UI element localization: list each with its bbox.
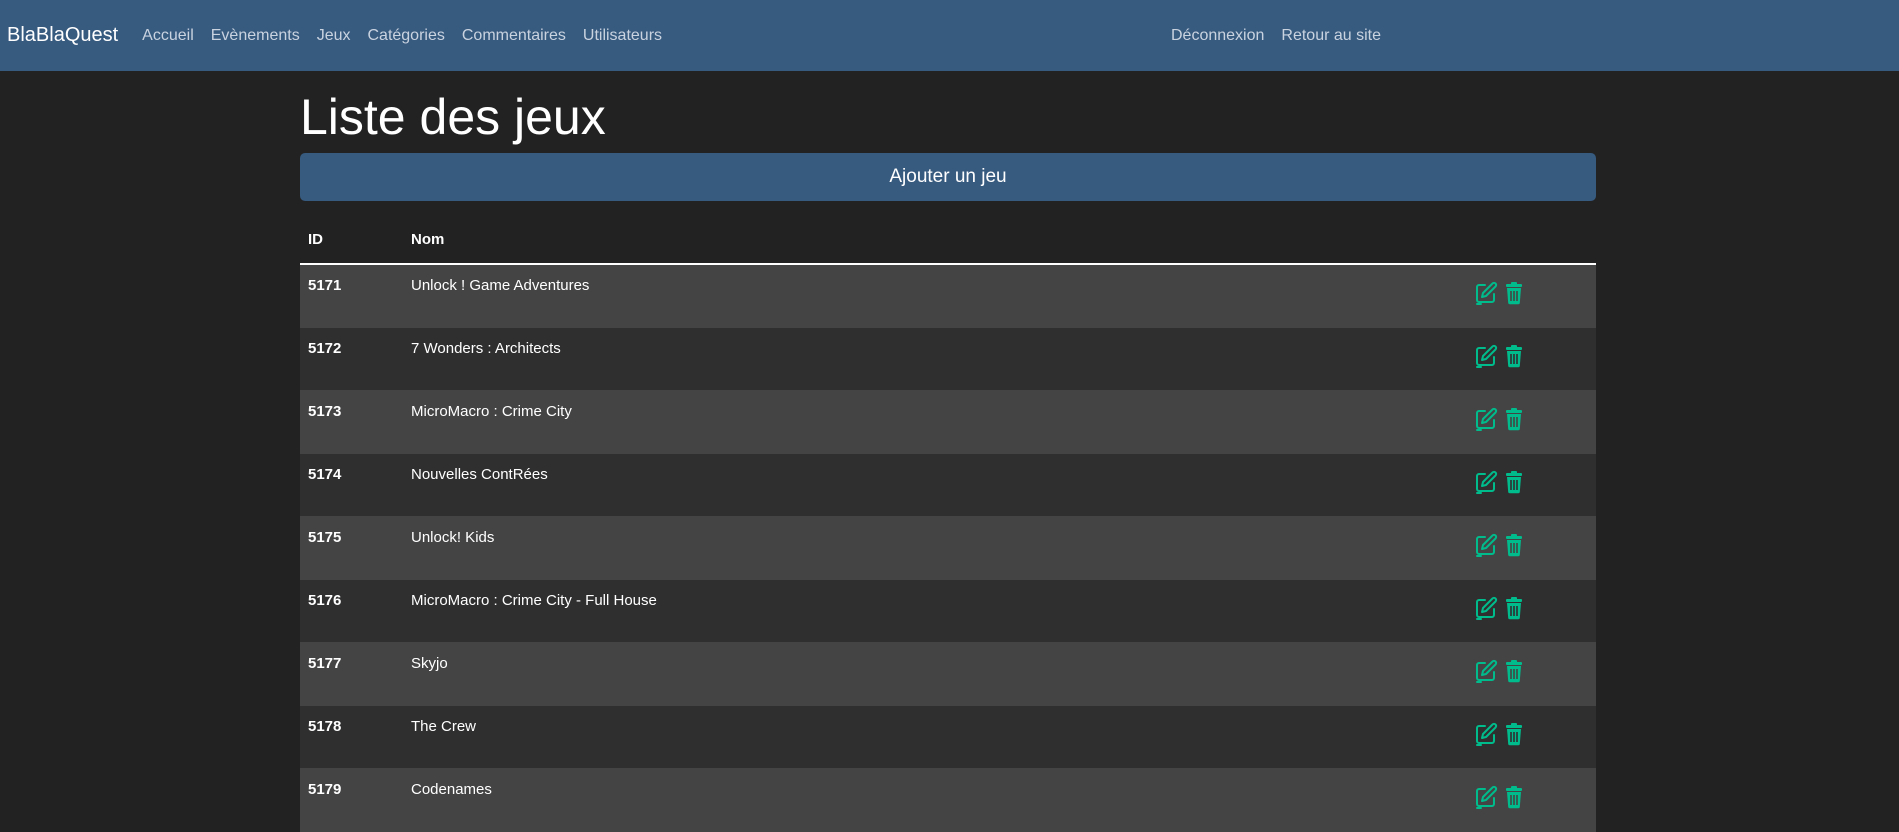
nav-link-deconnexion[interactable]: Déconnexion <box>1171 27 1264 45</box>
edit-icon[interactable] <box>1474 470 1498 494</box>
edit-icon[interactable] <box>1474 533 1498 557</box>
game-name-cell: Skyjo <box>403 642 1466 706</box>
nav-link-jeux[interactable]: Jeux <box>317 27 351 45</box>
nav-left: Accueil Evènements Jeux Catégories Comme… <box>142 27 679 45</box>
edit-icon[interactable] <box>1474 407 1498 431</box>
row-actions <box>1466 516 1596 580</box>
game-id-cell: 5172 <box>300 327 403 391</box>
column-header-actions <box>1466 226 1596 265</box>
game-id-cell: 5171 <box>300 264 403 328</box>
game-name-cell: Nouvelles ContRées <box>403 453 1466 517</box>
games-table: ID Nom 5171 Unlock ! Game Adventures 517… <box>300 226 1596 832</box>
nav-link-utilisateurs[interactable]: Utilisateurs <box>583 27 662 45</box>
column-header-name: Nom <box>403 226 1466 265</box>
game-id-cell: 5176 <box>300 579 403 643</box>
trash-icon[interactable] <box>1502 533 1526 557</box>
trash-icon[interactable] <box>1502 407 1526 431</box>
game-name-cell: Unlock! Kids <box>403 516 1466 580</box>
nav-link-commentaires[interactable]: Commentaires <box>462 27 566 45</box>
table-row: 5177 Skyjo <box>300 642 1596 706</box>
row-actions <box>1466 768 1596 832</box>
table-row: 5172 7 Wonders : Architects <box>300 327 1596 391</box>
row-actions <box>1466 327 1596 391</box>
nav-link-accueil[interactable]: Accueil <box>142 27 194 45</box>
game-name-cell: Unlock ! Game Adventures <box>403 264 1466 328</box>
trash-icon[interactable] <box>1502 785 1526 809</box>
page-title: Liste des jeux <box>300 89 606 145</box>
add-game-button[interactable]: Ajouter un jeu <box>300 153 1596 201</box>
row-actions <box>1466 264 1596 328</box>
row-actions <box>1466 642 1596 706</box>
game-id-cell: 5179 <box>300 768 403 832</box>
game-name-cell: The Crew <box>403 705 1466 769</box>
trash-icon[interactable] <box>1502 596 1526 620</box>
game-id-cell: 5173 <box>300 390 403 454</box>
nav-link-retour-site[interactable]: Retour au site <box>1281 27 1381 45</box>
trash-icon[interactable] <box>1502 470 1526 494</box>
table-row: 5179 Codenames <box>300 768 1596 832</box>
top-navbar: BlaBlaQuest Accueil Evènements Jeux Caté… <box>0 0 1899 71</box>
table-row: 5171 Unlock ! Game Adventures <box>300 264 1596 328</box>
nav-link-evenements[interactable]: Evènements <box>211 27 300 45</box>
edit-icon[interactable] <box>1474 722 1498 746</box>
game-name-cell: 7 Wonders : Architects <box>403 327 1466 391</box>
edit-icon[interactable] <box>1474 596 1498 620</box>
nav-right: Déconnexion Retour au site <box>1171 0 1398 71</box>
table-row: 5175 Unlock! Kids <box>300 516 1596 580</box>
main-content: Liste des jeux Ajouter un jeu ID Nom 517… <box>300 71 1596 832</box>
edit-icon[interactable] <box>1474 281 1498 305</box>
table-body: 5171 Unlock ! Game Adventures 5172 7 Won… <box>300 264 1596 832</box>
game-id-cell: 5175 <box>300 516 403 580</box>
trash-icon[interactable] <box>1502 722 1526 746</box>
game-name-cell: Codenames <box>403 768 1466 832</box>
row-actions <box>1466 390 1596 454</box>
game-id-cell: 5177 <box>300 642 403 706</box>
column-header-id: ID <box>300 226 403 265</box>
table-row: 5173 MicroMacro : Crime City <box>300 390 1596 454</box>
edit-icon[interactable] <box>1474 344 1498 368</box>
row-actions <box>1466 453 1596 517</box>
table-row: 5178 The Crew <box>300 705 1596 769</box>
row-actions <box>1466 579 1596 643</box>
game-name-cell: MicroMacro : Crime City - Full House <box>403 579 1466 643</box>
trash-icon[interactable] <box>1502 659 1526 683</box>
brand-link[interactable]: BlaBlaQuest <box>7 24 118 47</box>
table-row: 5176 MicroMacro : Crime City - Full Hous… <box>300 579 1596 643</box>
game-id-cell: 5174 <box>300 453 403 517</box>
game-name-cell: MicroMacro : Crime City <box>403 390 1466 454</box>
nav-link-categories[interactable]: Catégories <box>367 27 444 45</box>
trash-icon[interactable] <box>1502 281 1526 305</box>
table-row: 5174 Nouvelles ContRées <box>300 453 1596 517</box>
edit-icon[interactable] <box>1474 659 1498 683</box>
table-header-row: ID Nom <box>300 226 1596 265</box>
game-id-cell: 5178 <box>300 705 403 769</box>
row-actions <box>1466 705 1596 769</box>
edit-icon[interactable] <box>1474 785 1498 809</box>
trash-icon[interactable] <box>1502 344 1526 368</box>
